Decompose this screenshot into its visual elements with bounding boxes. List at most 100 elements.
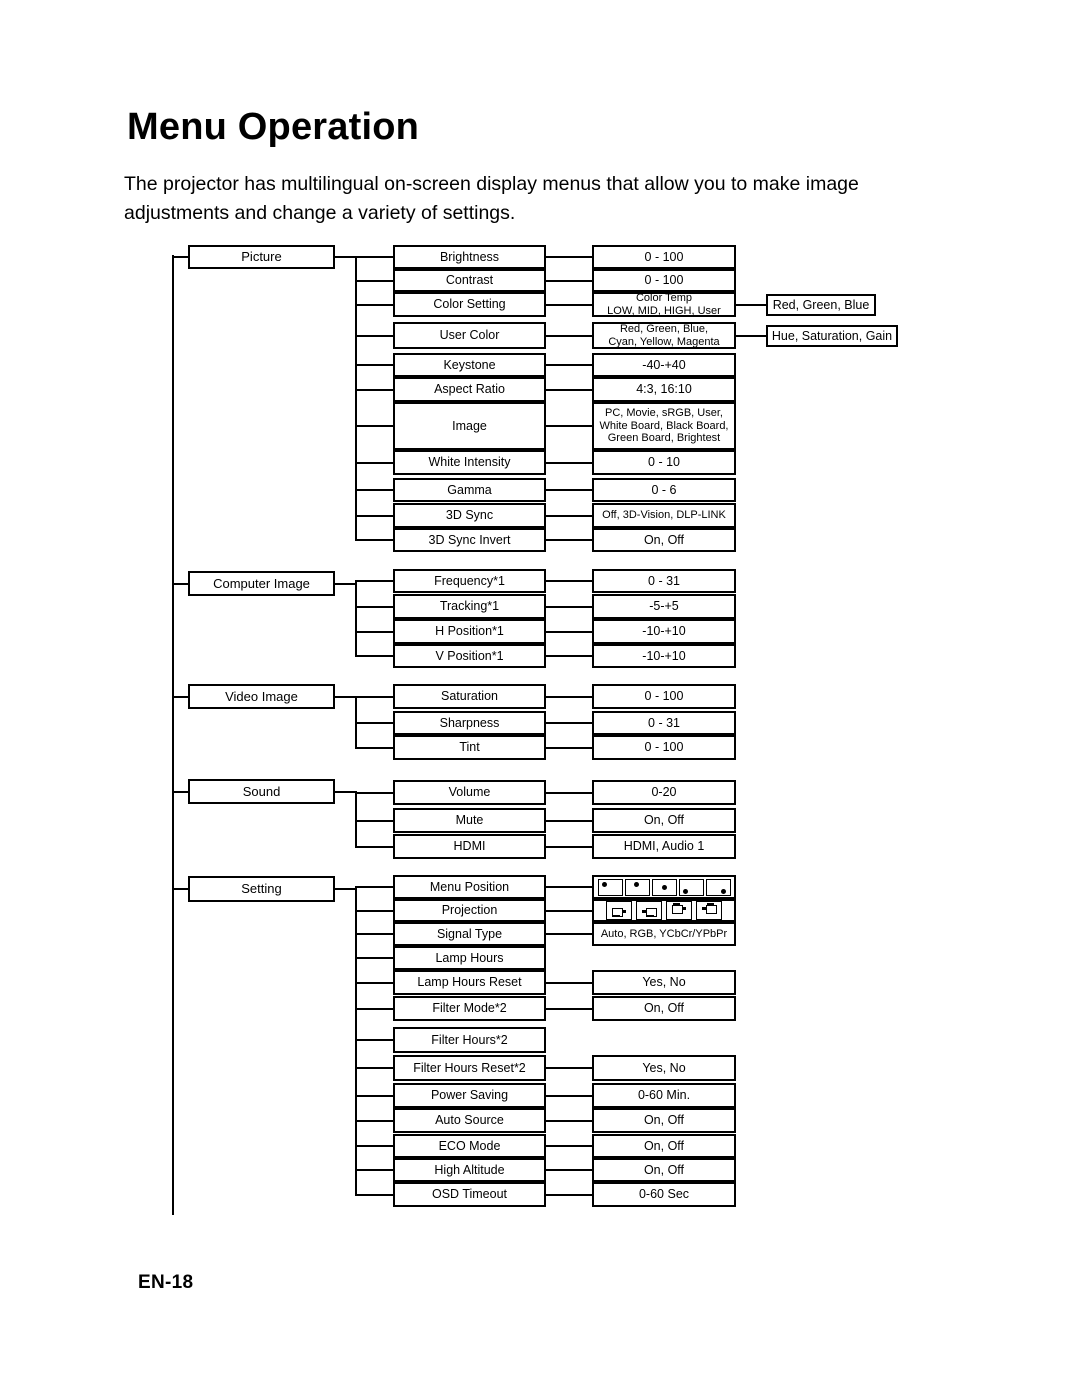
item-stub (355, 1194, 395, 1196)
menu-item-osd-timeout: OSD Timeout (393, 1182, 546, 1207)
menu-item-contrast: Contrast (393, 269, 546, 292)
value-brightness: 0 - 100 (592, 245, 736, 269)
value-eco-mode: On, Off (592, 1134, 736, 1158)
value-saturation: 0 - 100 (592, 684, 736, 709)
sub-stub (736, 335, 768, 337)
menu-item-h-position-1: H Position*1 (393, 619, 546, 644)
menu-item-tracking-1: Tracking*1 (393, 594, 546, 619)
item-stub (355, 933, 395, 935)
menu-item-filter-mode-2: Filter Mode*2 (393, 996, 546, 1021)
value-3d-sync: Off, 3D-Vision, DLP-LINK (592, 503, 736, 528)
value-filter-hours-reset-2: Yes, No (592, 1055, 736, 1081)
item-stub (355, 1067, 395, 1069)
item-stub (355, 655, 395, 657)
value-aspect-ratio: 4:3, 16:10 (592, 377, 736, 402)
menu-item-saturation: Saturation (393, 684, 546, 709)
section-node-video-image: Video Image (188, 684, 335, 709)
value-stub (546, 489, 594, 491)
value-keystone: -40-+40 (592, 353, 736, 377)
value-stub (546, 304, 594, 306)
value-image: PC, Movie, sRGB, User, White Board, Blac… (592, 402, 736, 450)
value-stub (546, 747, 594, 749)
value-v-position-1: -10-+10 (592, 644, 736, 668)
value-stub (546, 1067, 594, 1069)
item-stub (355, 462, 395, 464)
menu-item-projection: Projection (393, 899, 546, 922)
section-link (335, 696, 357, 698)
menu-item-auto-source: Auto Source (393, 1108, 546, 1133)
menu-item-gamma: Gamma (393, 478, 546, 502)
item-stub (355, 1008, 395, 1010)
item-stub (355, 335, 395, 337)
value-stub (546, 722, 594, 724)
value-stub (546, 425, 594, 427)
value-stub (546, 1194, 594, 1196)
menu-item-aspect-ratio: Aspect Ratio (393, 377, 546, 402)
value-stub (546, 886, 594, 888)
item-stub (355, 606, 395, 608)
item-stub (355, 722, 395, 724)
item-stub (355, 982, 395, 984)
menu-item-filter-hours-reset-2: Filter Hours Reset*2 (393, 1055, 546, 1081)
item-stub (355, 747, 395, 749)
menu-item-lamp-hours-reset: Lamp Hours Reset (393, 970, 546, 995)
value-stub (546, 792, 594, 794)
value-menu-position (592, 875, 736, 899)
menu-item-hdmi: HDMI (393, 834, 546, 859)
item-stub (355, 820, 395, 822)
menu-position-icon (678, 878, 704, 896)
item-stub (355, 792, 395, 794)
item-stub (355, 304, 395, 306)
menu-item-3d-sync-invert: 3D Sync Invert (393, 528, 546, 552)
value-stub (546, 256, 594, 258)
value-stub (546, 933, 594, 935)
item-stub (355, 580, 395, 582)
menu-position-icon (705, 878, 731, 896)
menu-position-icon (651, 878, 677, 896)
section-node-picture: Picture (188, 245, 335, 269)
menu-item-image: Image (393, 402, 546, 450)
trunk-branch-computer-image (172, 583, 188, 585)
section-spine (355, 256, 357, 541)
item-stub (355, 1120, 395, 1122)
item-stub (355, 256, 395, 258)
value-osd-timeout: 0-60 Sec (592, 1182, 736, 1207)
menu-item-white-intensity: White Intensity (393, 450, 546, 475)
menu-item-user-color: User Color (393, 322, 546, 349)
value-contrast: 0 - 100 (592, 269, 736, 292)
value-hdmi: HDMI, Audio 1 (592, 834, 736, 859)
value-frequency-1: 0 - 31 (592, 569, 736, 593)
value-stub (546, 982, 594, 984)
menu-item-signal-type: Signal Type (393, 922, 546, 946)
value-stub (546, 364, 594, 366)
section-node-sound: Sound (188, 779, 335, 804)
sub-stub (736, 304, 768, 306)
value-power-saving: 0-60 Min. (592, 1083, 736, 1108)
item-stub (355, 957, 395, 959)
trunk-branch-video-image (172, 696, 188, 698)
menu-item-3d-sync: 3D Sync (393, 503, 546, 528)
menu-item-filter-hours-2: Filter Hours*2 (393, 1027, 546, 1053)
value-volume: 0-20 (592, 780, 736, 805)
item-stub (355, 1039, 395, 1041)
menu-item-mute: Mute (393, 808, 546, 833)
value-mute: On, Off (592, 808, 736, 833)
section-link (335, 791, 357, 793)
menu-item-lamp-hours: Lamp Hours (393, 946, 546, 970)
menu-item-menu-position: Menu Position (393, 875, 546, 899)
value-stub (546, 580, 594, 582)
trunk-branch-sound (172, 791, 188, 793)
value-stub (546, 335, 594, 337)
value-color-setting: Color Temp LOW, MID, HIGH, User (592, 292, 736, 317)
item-stub (355, 910, 395, 912)
value-projection (592, 899, 736, 922)
value-high-altitude: On, Off (592, 1158, 736, 1182)
projection-icon (696, 901, 722, 920)
projection-icon (606, 901, 632, 920)
trunk-branch-setting (172, 888, 188, 890)
item-stub (355, 389, 395, 391)
item-stub (355, 631, 395, 633)
value-auto-source: On, Off (592, 1108, 736, 1133)
value-stub (546, 280, 594, 282)
value-stub (546, 631, 594, 633)
